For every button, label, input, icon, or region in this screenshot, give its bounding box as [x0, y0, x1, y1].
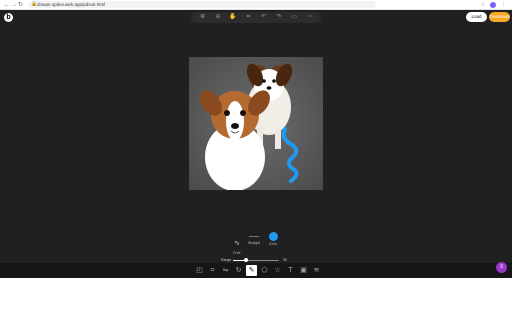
flip-icon[interactable]: ⇋ [220, 265, 231, 276]
color-swatch[interactable] [268, 232, 278, 241]
image-icon[interactable]: ▣ [298, 265, 309, 276]
resize-icon[interactable]: ◰ [194, 265, 205, 276]
draw-icon[interactable]: ✎ [246, 265, 257, 276]
browser-chrome: ← → ↻ 🔒 drawer.opdev.web.app/pdsub.html … [0, 0, 512, 10]
top-toolbar: ⊕ ⊖ ✋ ⌗ ↶ ↷ ▭ ⋯ [191, 12, 321, 23]
browser-menu-icon[interactable]: ⋮ [501, 1, 506, 9]
tool-list: ◰ ⌗ ⇋ ↻ ✎ ⬠ ☆ T ▣ ≋ [194, 265, 322, 276]
straight-line-option[interactable]: Straight [246, 232, 262, 245]
load-button[interactable]: Load [466, 12, 487, 22]
color-option[interactable]: Color [266, 232, 280, 246]
url-text: drawer.opdev.web.app/pdsub.html [37, 2, 106, 7]
free-draw-option[interactable]: ∿ Free [230, 232, 244, 255]
more-icon[interactable]: ⋯ [304, 12, 314, 23]
app-logo[interactable]: b [4, 13, 13, 22]
browser-toolbar-icons: ☆ ⋮ [481, 1, 506, 9]
brush-options: ∿ Free Straight Color [230, 232, 286, 255]
filter-icon[interactable]: ≋ [311, 265, 322, 276]
bottom-toolbar: ◰ ⌗ ⇋ ↻ ✎ ⬠ ☆ T ▣ ≋ [0, 263, 512, 278]
range-slider-thumb[interactable] [244, 258, 248, 262]
shape-icon[interactable]: ⬠ [259, 265, 270, 276]
zoom-out-icon[interactable]: ⊖ [213, 12, 223, 23]
star-icon[interactable]: ☆ [272, 265, 283, 276]
rotate-icon[interactable]: ↻ [233, 265, 244, 276]
free-draw-label: Free [233, 251, 241, 255]
editor-app: b ⊕ ⊖ ✋ ⌗ ↶ ↷ ▭ ⋯ Load Download ∿ Free S… [0, 10, 512, 278]
straight-line-icon [249, 236, 259, 237]
address-bar[interactable]: 🔒 drawer.opdev.web.app/pdsub.html [28, 1, 376, 8]
bookmark-star-icon[interactable]: ☆ [481, 1, 485, 9]
free-draw-icon: ∿ [234, 240, 240, 247]
page-blank-area [0, 278, 512, 320]
download-button[interactable]: Download [489, 12, 510, 22]
chat-icon[interactable]: ▭ [289, 12, 299, 23]
menu-fab-button[interactable]: ≡ [496, 262, 507, 273]
hand-icon[interactable]: ✋ [228, 12, 238, 23]
redo-icon[interactable]: ↷ [274, 12, 284, 23]
zoom-in-icon[interactable]: ⊕ [198, 12, 208, 23]
canvas-image[interactable] [189, 57, 323, 190]
crop-tool-icon[interactable]: ⌗ [207, 265, 218, 276]
profile-avatar[interactable] [490, 2, 496, 8]
back-icon[interactable]: ← [4, 1, 10, 9]
forward-icon[interactable]: → [11, 1, 17, 9]
undo-icon[interactable]: ↶ [259, 12, 269, 23]
straight-line-label: Straight [247, 241, 261, 245]
crop-icon[interactable]: ⌗ [243, 12, 253, 23]
reload-icon[interactable]: ↻ [18, 1, 23, 9]
text-icon[interactable]: T [285, 265, 296, 276]
color-label: Color [268, 242, 278, 246]
